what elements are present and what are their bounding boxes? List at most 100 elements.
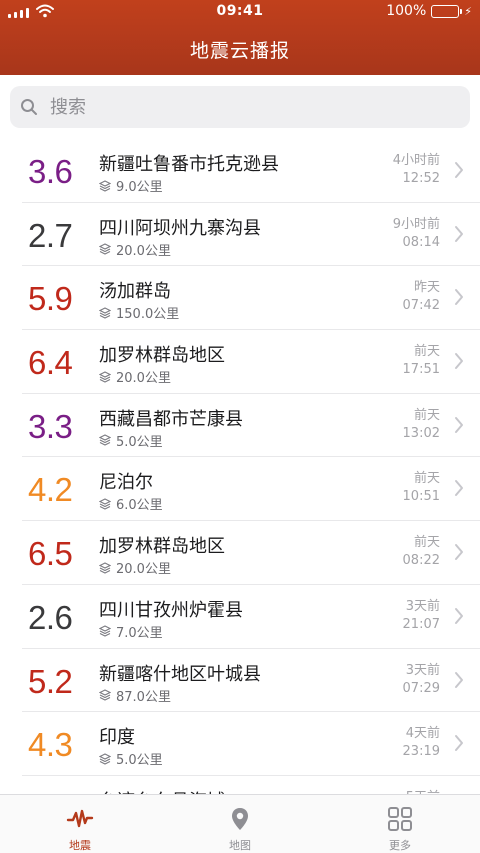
magnitude: 5.2 xyxy=(28,662,73,700)
magnitude: 3.3 xyxy=(28,407,73,445)
depth-value: 5.0公里 xyxy=(116,434,163,450)
location: 汤加群岛 xyxy=(99,281,171,303)
magnitude: 4.2 xyxy=(28,471,73,509)
clock-time: 08:14 xyxy=(402,234,440,250)
depth-value: 5.0公里 xyxy=(116,753,163,769)
relative-day: 前天 xyxy=(413,344,440,360)
list-item[interactable]: 2.7 四川阿坝州九寨沟县 20.0公里 9小时前 08:14 xyxy=(22,203,480,267)
battery-percent: 100% xyxy=(386,3,427,19)
relative-day: 4天前 xyxy=(405,726,440,742)
layers-icon xyxy=(99,307,111,319)
clock-time: 12:52 xyxy=(402,171,440,186)
search-icon xyxy=(21,99,37,115)
clock-time: 10:51 xyxy=(402,489,440,505)
tab-earthquake-label: 地震 xyxy=(69,839,91,852)
location: 加罗林群岛地区 xyxy=(99,536,225,558)
location: 台湾台东县海域 xyxy=(99,787,225,794)
depth-info: 6.0公里 xyxy=(99,494,163,513)
depth-value: 87.0公里 xyxy=(116,689,171,705)
layers-icon xyxy=(99,562,111,574)
depth-value: 20.0公里 xyxy=(116,562,171,578)
clock-time: 07:29 xyxy=(402,680,440,696)
list-item[interactable]: 3.3 西藏昌都市芒康县 5.0公里 前天 13:02 xyxy=(22,394,480,458)
relative-day: 3天前 xyxy=(405,662,440,678)
clock-time: 07:42 xyxy=(402,298,440,314)
chevron-right-icon xyxy=(455,225,463,242)
chevron-right-icon xyxy=(455,735,463,752)
layers-icon xyxy=(99,434,111,446)
list-item[interactable]: 4.3 印度 5.0公里 4天前 23:19 xyxy=(22,712,480,776)
magnitude: 6.5 xyxy=(28,535,73,573)
depth-value: 150.0公里 xyxy=(116,307,180,323)
tab-map-label: 地图 xyxy=(229,839,251,852)
depth-value: 20.0公里 xyxy=(116,371,171,387)
relative-day: 前天 xyxy=(413,407,440,423)
layers-icon xyxy=(99,753,111,765)
time-info: 前天 17:51 xyxy=(403,343,440,379)
list-item[interactable]: 6.5 加罗林群岛地区 20.0公里 前天 08:22 xyxy=(22,521,480,585)
depth-info: 5.0公里 xyxy=(99,431,163,450)
tab-more[interactable]: 更多 xyxy=(320,795,480,853)
time-info: 9小时前 08:14 xyxy=(393,216,440,252)
chevron-right-icon xyxy=(455,607,463,624)
battery-group: 100% ⚡ xyxy=(386,3,472,19)
layers-icon xyxy=(99,625,111,637)
chevron-right-icon xyxy=(455,353,463,370)
relative-day: 昨天 xyxy=(413,280,440,296)
magnitude: 6.4 xyxy=(28,344,73,382)
depth-info: 20.0公里 xyxy=(99,558,171,577)
time-info: 3天前 07:29 xyxy=(403,662,440,698)
magnitude: 3.6 xyxy=(28,153,73,190)
chevron-right-icon xyxy=(455,289,463,306)
depth-info: 9.0公里 xyxy=(99,176,163,195)
magnitude: 4.3 xyxy=(28,726,73,764)
tab-more-label: 更多 xyxy=(389,839,411,852)
depth-info: 7.0公里 xyxy=(99,622,163,641)
magnitude: 2.7 xyxy=(28,216,73,254)
chevron-right-icon xyxy=(455,544,463,561)
list-item[interactable]: 5.2 新疆喀什地区叶城县 87.0公里 3天前 07:29 xyxy=(22,649,480,713)
location: 加罗林群岛地区 xyxy=(99,345,225,367)
time-info: 前天 13:02 xyxy=(403,407,440,443)
depth-info: 87.0公里 xyxy=(99,686,171,705)
time-info: 4天前 23:19 xyxy=(403,725,440,761)
tab-map[interactable]: 地图 xyxy=(160,795,320,853)
layers-icon xyxy=(99,370,111,383)
time-info: 前天 08:22 xyxy=(403,534,440,570)
depth-value: 7.0公里 xyxy=(116,625,163,641)
list-item[interactable]: 3.6 新疆吐鲁番市托克逊县 9.0公里 4小时前 12:52 xyxy=(22,139,480,203)
time-info: 3天前 21:07 xyxy=(403,598,440,634)
chevron-right-icon xyxy=(455,416,463,433)
page-title: 地震云播报 xyxy=(189,40,290,62)
tab-earthquake[interactable]: 地震 xyxy=(0,795,160,853)
relative-day: 9小时前 xyxy=(392,216,440,232)
tab-bar: 地震 地图 更多 xyxy=(0,794,480,853)
list-item[interactable]: 4.2 尼泊尔 6.0公里 前天 10:51 xyxy=(22,457,480,522)
relative-day: 前天 xyxy=(413,471,440,487)
clock-time: 21:07 xyxy=(402,616,440,632)
time-info: 前天 10:51 xyxy=(403,470,440,506)
list-item[interactable]: 5.9 汤加群岛 150.0公里 昨天 07:42 xyxy=(22,266,480,331)
relative-day: 3天前 xyxy=(405,598,440,614)
depth-value: 20.0公里 xyxy=(116,243,171,259)
layers-icon xyxy=(99,179,111,192)
list-item[interactable]: 台湾台东县海域5天前 xyxy=(22,776,480,794)
list-item[interactable]: 2.6 四川甘孜州炉霍县 7.0公里 3天前 21:07 xyxy=(22,585,480,649)
depth-info: 150.0公里 xyxy=(99,303,179,322)
magnitude: 2.6 xyxy=(28,598,73,636)
magnitude: 5.9 xyxy=(28,280,73,318)
clock-time: 13:02 xyxy=(402,425,440,441)
location: 西藏昌都市芒康县 xyxy=(99,408,243,430)
layers-icon xyxy=(99,243,111,255)
depth-info: 5.0公里 xyxy=(99,749,163,768)
search-box[interactable] xyxy=(10,86,470,128)
list-item[interactable]: 6.4 加罗林群岛地区 20.0公里 前天 17:51 xyxy=(22,330,480,394)
search-bar xyxy=(0,75,480,143)
search-input[interactable] xyxy=(50,92,450,122)
depth-value: 9.0公里 xyxy=(116,180,163,195)
relative-day: 4小时前 xyxy=(392,153,440,168)
location: 四川阿坝州九寨沟县 xyxy=(99,217,261,239)
layers-icon xyxy=(99,498,111,510)
chevron-right-icon xyxy=(455,480,463,497)
location: 四川甘孜州炉霍县 xyxy=(99,599,243,621)
